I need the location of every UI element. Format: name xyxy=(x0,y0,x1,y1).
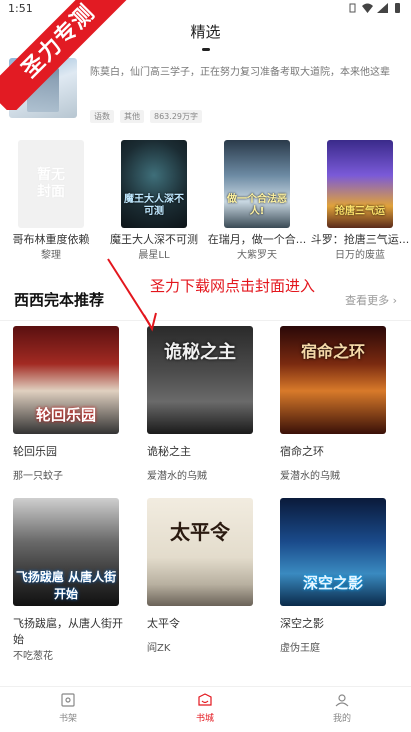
book-title: 哥布林重度依赖 xyxy=(12,233,90,246)
nav-profile[interactable]: 我的 xyxy=(312,693,372,724)
top-tab-bar: 精选 xyxy=(0,18,411,54)
book-title: 诡秘之主 xyxy=(147,445,191,458)
book-cover-title: 做一个合法恶人! xyxy=(227,194,287,217)
book-author: 那一只蚊子 xyxy=(13,471,63,482)
signal-icon xyxy=(377,3,388,13)
profile-icon xyxy=(335,694,349,707)
featured-book-description: 陈莫白，仙门高三学子，正在努力复习准备考取大道院，本来他这辈子... xyxy=(90,67,390,78)
battery-icon xyxy=(392,3,403,13)
annotation-text: 圣力下载网点击封面进入 xyxy=(150,277,316,295)
status-bar: 1:51 xyxy=(0,0,411,18)
tab-featured[interactable]: 精选 xyxy=(0,18,411,46)
nav-bookshelf[interactable]: 书架 xyxy=(38,693,98,724)
book-author: 日万的废蓝 xyxy=(335,250,385,261)
book-author: 阎ZK xyxy=(147,643,171,654)
vibrate-icon xyxy=(347,3,358,13)
chevron-right-icon: › xyxy=(392,294,397,307)
section-title: 西西完本推荐 xyxy=(14,291,105,309)
book-grid-item[interactable]: 飞扬跋扈 从唐人街开始 飞扬跋扈，从唐人街开始 不吃葱花 xyxy=(13,498,123,664)
book-cover[interactable]: 魔王大人深不可测 xyxy=(121,140,187,228)
book-author: 黎理 xyxy=(41,250,61,261)
nav-label: 书架 xyxy=(58,714,77,724)
book-cover-title: 诡秘之主 xyxy=(164,342,236,363)
book-item[interactable]: 做一个合法恶人! 在瑞月，做一个合... 大紫罗天 xyxy=(206,140,308,263)
book-grid-item[interactable]: 宿命之环 宿命之环 爱潜水的乌贼 xyxy=(280,326,390,484)
section-divider xyxy=(0,320,411,321)
book-title: 轮回乐园 xyxy=(13,445,57,458)
wifi-icon xyxy=(362,3,373,13)
see-more-link[interactable]: 查看更多 › xyxy=(345,292,397,308)
book-cover-title: 轮回乐园 xyxy=(35,406,96,424)
see-more-label: 查看更多 xyxy=(345,294,390,307)
book-cover[interactable]: 太平令 xyxy=(147,498,253,606)
book-tag: 语数 xyxy=(90,110,114,123)
bottom-nav: 书架 书城 我的 xyxy=(0,686,411,732)
nav-bookstore[interactable]: 书城 xyxy=(175,693,235,724)
book-grid-item[interactable]: 深空之影 深空之影 虚伪王庭 xyxy=(280,498,390,656)
book-cover-title: 魔王大人深不可测 xyxy=(124,194,184,217)
book-title: 太平令 xyxy=(147,617,180,630)
nav-label: 我的 xyxy=(332,714,351,724)
bookstore-icon xyxy=(198,693,212,706)
status-icons xyxy=(347,3,403,13)
book-title: 斗罗：抢唐三气运... xyxy=(310,233,410,246)
book-title: 在瑞月，做一个合... xyxy=(207,233,307,246)
book-cover-title: 太平令 xyxy=(170,520,230,544)
book-grid-item[interactable]: 太平令 太平令 阎ZK xyxy=(147,498,257,656)
book-author: 爱潜水的乌贼 xyxy=(280,471,340,482)
book-author: 爱潜水的乌贼 xyxy=(147,471,207,482)
book-item[interactable]: 抢唐三气运 斗罗：抢唐三气运... 日万的废蓝 xyxy=(309,140,411,263)
book-row: 暂无封面 哥布林重度依赖 黎理 魔王大人深不可测 魔王大人深不可测 晨星LL 做… xyxy=(0,140,411,270)
book-cover-title: 抢唐三气运 xyxy=(335,206,385,217)
book-cover-placeholder[interactable]: 暂无封面 xyxy=(18,140,84,228)
book-word-count: 863.29万字 xyxy=(150,110,202,123)
book-cover-title: 飞扬跋扈 从唐人街开始 xyxy=(15,570,117,601)
book-cover[interactable]: 宿命之环 xyxy=(280,326,386,434)
nav-label: 书城 xyxy=(195,714,214,724)
book-title: 飞扬跋扈，从唐人街开始 xyxy=(13,617,123,646)
book-cover-title: 宿命之环 xyxy=(300,342,365,361)
book-title: 宿命之环 xyxy=(280,445,324,458)
book-title: 深空之影 xyxy=(280,617,324,630)
book-grid-item[interactable]: 诡秘之主 诡秘之主 爱潜水的乌贼 xyxy=(147,326,257,484)
book-cover[interactable]: 飞扬跋扈 从唐人街开始 xyxy=(13,498,119,606)
bookshelf-icon xyxy=(61,693,75,707)
featured-book-card[interactable]: 陈莫白，仙门高三学子，正在努力复习准备考取大道院，本来他这辈子... 语数 其他… xyxy=(0,54,411,126)
tab-indicator xyxy=(202,48,210,51)
book-author: 不吃葱花 xyxy=(13,651,53,662)
book-author: 大紫罗天 xyxy=(237,250,277,261)
book-tag: 其他 xyxy=(120,110,144,123)
book-cover-title: 深空之影 xyxy=(302,574,363,592)
featured-book-tags: 语数 其他 863.29万字 xyxy=(90,110,202,123)
book-cover[interactable]: 抢唐三气运 xyxy=(327,140,393,228)
book-item[interactable]: 魔王大人深不可测 魔王大人深不可测 晨星LL xyxy=(103,140,205,263)
book-cover[interactable]: 轮回乐园 xyxy=(13,326,119,434)
book-cover[interactable]: 做一个合法恶人! xyxy=(224,140,290,228)
book-author: 虚伪王庭 xyxy=(280,643,320,654)
book-item[interactable]: 暂无封面 哥布林重度依赖 黎理 xyxy=(0,140,102,263)
no-cover-text: 暂无封面 xyxy=(37,167,65,200)
book-cover[interactable]: 诡秘之主 xyxy=(147,326,253,434)
book-grid-item[interactable]: 轮回乐园 轮回乐园 那一只蚊子 xyxy=(13,326,123,484)
status-time: 1:51 xyxy=(8,2,33,15)
book-title: 魔王大人深不可测 xyxy=(110,233,198,246)
book-cover[interactable]: 深空之影 xyxy=(280,498,386,606)
featured-book-cover[interactable] xyxy=(9,58,77,118)
